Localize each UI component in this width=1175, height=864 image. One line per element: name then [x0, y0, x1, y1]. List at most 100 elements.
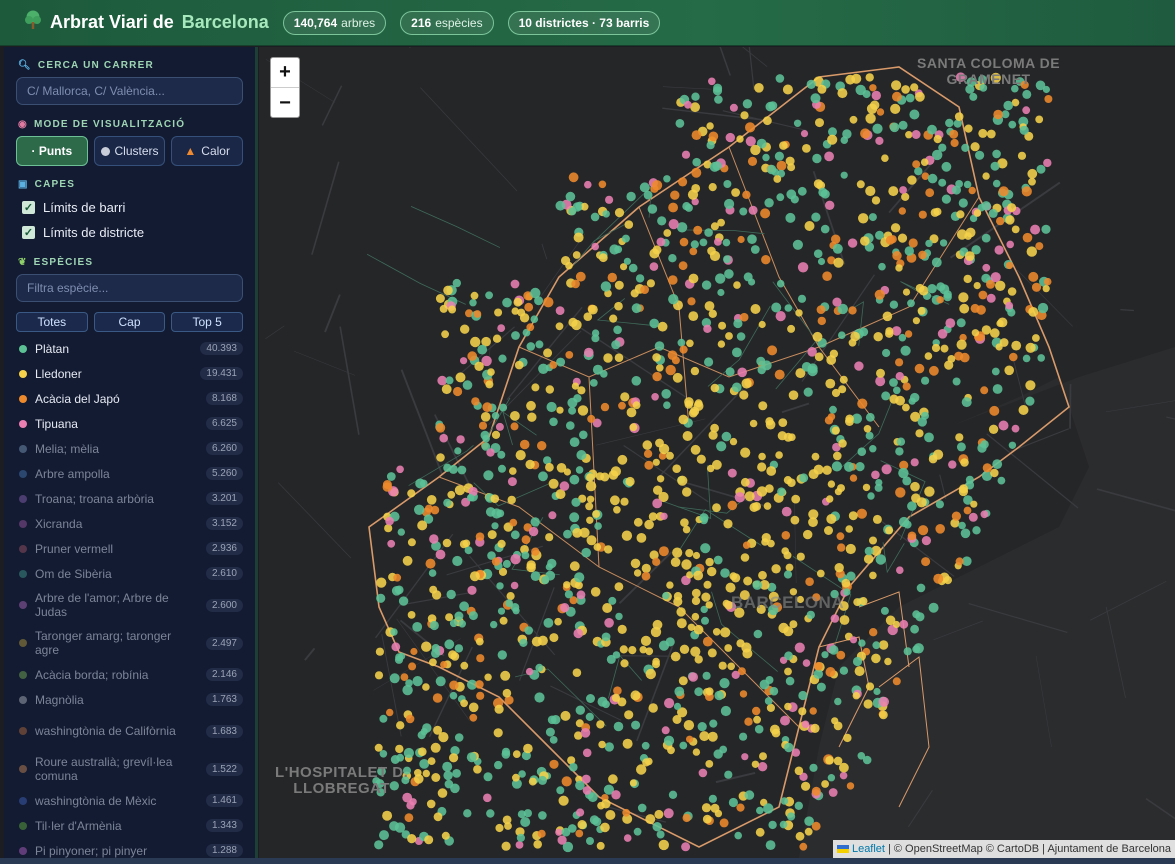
tree-dot: [817, 257, 826, 266]
tree-dot: [376, 577, 387, 588]
species-item[interactable]: Til·ler d'Armènia 1.343: [4, 813, 255, 838]
tree-dot: [1011, 225, 1020, 234]
species-item[interactable]: Troana; troana arbòria 3.201: [4, 486, 255, 511]
tree-dot: [744, 790, 755, 800]
tree-dot: [804, 221, 815, 231]
tree-dot: [382, 810, 393, 821]
select-none-button[interactable]: Cap: [93, 312, 166, 332]
species-item[interactable]: washingtònia de Califòrnia 1.683: [4, 712, 255, 750]
tree-dot: [748, 278, 756, 286]
map-label-santa-coloma: SANTA COLOMA DE GRAMENET: [917, 55, 1061, 87]
tree-dot: [584, 347, 594, 358]
species-item[interactable]: Magnòlia 1.763: [4, 687, 255, 712]
tree-dot: [973, 282, 981, 290]
stat-trees: 140,764 arbres: [282, 10, 387, 35]
species-item[interactable]: Pruner vermell 2.936: [4, 536, 255, 561]
species-item[interactable]: Melia; mèlia 6.260: [4, 436, 255, 461]
tree-dot: [501, 750, 511, 759]
species-item[interactable]: Roure australià; grevíl·lea comuna 1.522: [4, 750, 255, 788]
select-all-button[interactable]: Totes: [16, 312, 88, 332]
checkbox-checked-icon[interactable]: ✓: [22, 201, 35, 214]
tree-dot: [909, 109, 920, 120]
leaflet-link[interactable]: Leaflet: [852, 843, 885, 855]
tree-dot: [556, 357, 566, 367]
mode-clusters-button[interactable]: Clusters: [93, 136, 166, 166]
tree-dot: [402, 684, 413, 696]
map-label-hospitalet: L'HOSPITALET D. LLOBREGAT: [275, 764, 409, 797]
species-filter-input[interactable]: Filtra espècie...: [16, 274, 243, 302]
tree-dot: [597, 801, 605, 810]
species-item[interactable]: Lledoner 19.431: [4, 361, 255, 386]
species-item[interactable]: Acàcia del Japó 8.168: [4, 386, 255, 411]
tree-dot: [407, 538, 416, 547]
species-item[interactable]: Taronger amarg; taronger agre 2.497: [4, 624, 255, 662]
species-item[interactable]: Arbre ampolla 5.260: [4, 461, 255, 486]
tree-dot: [869, 536, 877, 545]
tree-dot: [661, 726, 670, 735]
species-color-dot: [19, 569, 27, 578]
tree-dot: [696, 454, 706, 464]
tree-dot: [446, 589, 456, 600]
tree-dot: [1037, 354, 1045, 362]
tree-dot: [804, 827, 813, 836]
zoom-out-button[interactable]: −: [271, 88, 299, 118]
species-count: 1.763: [205, 693, 243, 706]
tree-dot: [865, 412, 875, 422]
zoom-in-button[interactable]: +: [271, 58, 299, 88]
tree-dot: [978, 290, 988, 300]
species-item[interactable]: Acàcia borda; robínia 2.146: [4, 662, 255, 687]
species-item[interactable]: washingtònia de Mèxic 1.461: [4, 788, 255, 813]
species-item[interactable]: Arbre de l'amor; Arbre de Judas 2.600: [4, 586, 255, 624]
species-count: 2.497: [205, 636, 243, 650]
checkbox-checked-icon[interactable]: ✓: [22, 226, 35, 239]
tree-dot: [825, 756, 834, 765]
tree-dot: [720, 568, 730, 578]
map-view[interactable]: SANTA COLOMA DE GRAMENET L'HOSPITALET D. L…: [259, 47, 1175, 858]
tree-dot: [916, 583, 926, 593]
tree-dot: [496, 582, 504, 590]
tree-dot: [624, 710, 634, 720]
tree-dot: [375, 647, 384, 656]
tree-dot: [829, 405, 837, 414]
tree-dot: [650, 626, 662, 638]
tree-dot: [490, 620, 498, 629]
tree-dot: [976, 305, 986, 315]
tree-dot: [594, 522, 602, 530]
mode-heat-button[interactable]: ▲ Calor: [171, 136, 244, 166]
street-search-input[interactable]: C/ Mallorca, C/ València...: [16, 77, 243, 105]
tree-dot: [435, 549, 446, 560]
tree-dot: [794, 766, 804, 776]
select-top5-button[interactable]: Top 5: [171, 312, 244, 332]
mode-points-button[interactable]: · Punts: [16, 136, 88, 166]
tree-dot: [635, 274, 645, 283]
tree-dot: [707, 566, 717, 577]
tree-dot: [785, 156, 795, 166]
tree-dot: [400, 673, 409, 681]
species-label-group: Pi pinyoner; pi pinyer: [19, 844, 147, 858]
species-item[interactable]: Om de Sibèria 2.610: [4, 561, 255, 586]
species-item[interactable]: Tipuana 6.625: [4, 411, 255, 436]
tree-dot: [563, 529, 572, 539]
tree-dot: [941, 161, 952, 172]
map-canvas[interactable]: [259, 47, 1175, 858]
layer-neighborhood-toggle[interactable]: ✓ Límits de barri: [4, 195, 255, 220]
layer-district-toggle[interactable]: ✓ Límits de districte: [4, 220, 255, 245]
tree-dot: [563, 581, 571, 589]
tree-dot: [824, 416, 834, 425]
species-item[interactable]: Xicranda 3.152: [4, 511, 255, 536]
species-item[interactable]: Pi pinyoner; pi pinyer 1.288: [4, 838, 255, 858]
tree-dot: [775, 451, 783, 459]
search-section-title: 🔍︎ CERCA UN CARRER: [18, 60, 154, 71]
tree-dot: [833, 721, 843, 731]
tree-dot: [414, 769, 422, 777]
species-color-dot: [19, 695, 27, 704]
tree-dot: [613, 721, 624, 732]
tree-dot: [555, 322, 564, 331]
tree-dot: [641, 741, 650, 750]
species-count: 40.393: [200, 342, 243, 355]
tree-dot: [998, 420, 1009, 431]
tree-dot: [803, 387, 813, 397]
tree-dot: [928, 602, 939, 613]
species-item[interactable]: Plàtan 40.393: [4, 336, 255, 361]
tree-dot: [561, 827, 571, 837]
